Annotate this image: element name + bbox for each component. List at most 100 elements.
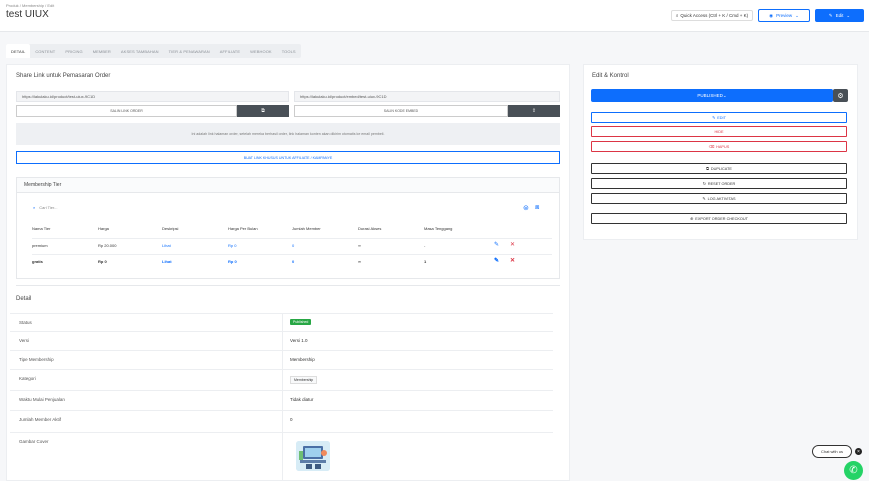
tier-grace: 1 [424, 259, 427, 264]
publish-status-button[interactable]: PUBLISHED ⌄ [591, 89, 833, 102]
copy-embed-label: SALIN KODE EMBED [294, 105, 508, 117]
duplicate-button[interactable]: ⧉ DUPLICATE [591, 163, 847, 174]
status-badge-text: Published [290, 319, 312, 325]
tab-affiliate[interactable]: AFFILIATE [215, 44, 245, 58]
divider [282, 391, 283, 410]
col-masa-tenggang: Masa Tenggang [424, 226, 453, 231]
tier-price: Rp 0 [98, 259, 107, 264]
eye-icon: ◉ [769, 12, 774, 18]
refresh-icon[interactable]: ⊜ [523, 204, 529, 212]
copy-order-button[interactable]: ⧉ [237, 105, 289, 117]
detail-row-cover: Gambar Cover [10, 432, 553, 481]
tier-search-input: Cari Tier... [39, 205, 58, 210]
page-title: test UIUX [6, 9, 49, 20]
detail-key: Jumlah Member Aktif [19, 417, 62, 422]
tier-per-month: Rp 0 [228, 259, 237, 264]
settings-button[interactable]: ⚙ [833, 89, 848, 102]
detail-row-waktu: Waktu Mulai Penjualan Tidak diatur [10, 390, 553, 410]
copy-embed-row: SALIN KODE EMBED ⇪ [294, 105, 560, 117]
export-order-label: EXPORT ORDER CHECKOUT [695, 216, 748, 221]
divider [282, 433, 283, 481]
copy-icon: ⧉ [706, 166, 709, 171]
col-jumlah-member: Jumlah Member [292, 226, 321, 231]
detail-row-status: Status Published [10, 313, 553, 331]
col-deskripsi: Deskripsi [162, 226, 179, 231]
edit-icon[interactable]: ✎ [494, 257, 499, 264]
trash-icon[interactable]: ✕ [510, 241, 515, 248]
tab-tools[interactable]: TOOLS [277, 44, 301, 58]
create-affiliate-link-button[interactable]: BUAT LINK KHUSUS UNTUK AFFILIATE / KAMPA… [16, 151, 560, 164]
control-title: Edit & Kontrol [592, 73, 629, 79]
embed-link-url: https://lakulaku.id/product/embed/test-u… [294, 91, 560, 102]
tab-bar: DETAIL CONTENT PRICING MEMBER AKSES TAMB… [6, 44, 301, 58]
table-row: premium Rp 20.000 Lihat Rp 0 0 ∞ - ✎ ✕ [32, 238, 552, 252]
cover-image [296, 441, 330, 471]
download-icon: ⊕ [690, 217, 694, 221]
detail-key: Gambar Cover [19, 439, 49, 444]
detail-value: 0 [290, 417, 293, 422]
detail-key: Tipe Membership [19, 357, 54, 362]
tab-tier[interactable]: TIER & PENAWARAN [164, 44, 215, 58]
divider [282, 332, 283, 350]
detail-key: Kategori [19, 376, 36, 381]
copy-icon: ⧉ [261, 108, 265, 114]
pencil-icon: ✎ [712, 116, 716, 120]
whatsapp-icon[interactable]: ✆ [844, 461, 863, 480]
edit-product-button[interactable]: ✎ EDIT [591, 112, 847, 123]
chevron-down-icon: ⌄ [795, 12, 799, 18]
tier-duration: ∞ [358, 243, 361, 248]
hide-button[interactable]: HIDE [591, 126, 847, 137]
detail-value: Tidak diatur [290, 397, 314, 402]
divider [282, 411, 283, 432]
tier-table-header: Nama Tier Harga Deskripsi Harga Per Bula… [32, 222, 552, 236]
tier-desc-link[interactable]: Lihat [162, 259, 172, 264]
trash-icon[interactable]: ✕ [510, 257, 515, 264]
detail-key: Status [19, 320, 32, 325]
tab-member[interactable]: MEMBER [88, 44, 116, 58]
tab-akses-tambahan[interactable]: AKSES TAMBAHAN [116, 44, 164, 58]
divider [282, 370, 283, 390]
tier-desc-link[interactable]: Lihat [162, 243, 171, 248]
tab-detail[interactable]: DETAIL [6, 44, 31, 58]
detail-row-tipe: Tipe Membership Membership [10, 350, 553, 369]
tier-search[interactable]: ⌕ Cari Tier... [33, 205, 57, 210]
reset-icon: ↻ [702, 182, 706, 186]
order-link-url: https://lakulaku.id/product/test-uiux-9C… [16, 91, 289, 102]
export-icon[interactable]: ⧈ [535, 204, 539, 212]
chat-widget-label[interactable]: Chat with us [812, 445, 852, 458]
reset-order-button[interactable]: ↻ RESET ORDER [591, 178, 847, 189]
col-nama: Nama Tier [32, 226, 51, 231]
tab-content[interactable]: CONTENT [30, 44, 60, 58]
preview-button[interactable]: ◉ Preview ⌄ [758, 9, 810, 22]
status-badge: Published [290, 319, 312, 325]
edit-button[interactable]: ✎ Edit ⌄ [815, 9, 864, 22]
category-pill-text: Membership [290, 376, 318, 384]
log-aktivitas-label: LOG AKTIVITAS [707, 196, 736, 201]
share-section-title: Share Link untuk Pemasaran Order [16, 73, 111, 79]
quick-access-button[interactable]: ⌕ Quick Access (Ctrl + K / Cmd + K) [671, 10, 753, 21]
close-icon[interactable]: × [855, 448, 862, 455]
col-harga: Harga [98, 226, 109, 231]
share-embed-button[interactable]: ⇪ [508, 105, 560, 117]
tab-pricing[interactable]: PRICING [60, 44, 87, 58]
hide-label: HIDE [714, 129, 724, 134]
table-row: gratis Rp 0 Lihat Rp 0 0 ∞ 1 ✎ ✕ [32, 254, 552, 268]
detail-value: Versi 1.0 [290, 338, 308, 343]
detail-key: Waktu Mulai Penjualan [19, 397, 65, 402]
section-divider [16, 285, 560, 286]
divider [282, 351, 283, 369]
detail-row-jumlah: Jumlah Member Aktif 0 [10, 410, 553, 432]
breadcrumb: Produk / Membership / Edit [6, 3, 55, 8]
log-aktivitas-button[interactable]: ✎ LOG AKTIVITAS [591, 193, 847, 204]
tier-members: 0 [292, 243, 295, 248]
reset-order-label: RESET ORDER [707, 181, 736, 186]
tier-name: gratis [32, 259, 43, 264]
copy-order-row: SALIN LINK ORDER ⧉ [16, 105, 289, 117]
export-order-button[interactable]: ⊕ EXPORT ORDER CHECKOUT [591, 213, 847, 224]
duplicate-label: DUPLICATE [710, 166, 732, 171]
pencil-icon: ✎ [828, 12, 833, 18]
tab-webhook[interactable]: WEBHOOK [245, 44, 277, 58]
edit-icon[interactable]: ✎ [494, 241, 499, 248]
edit-label: Edit [835, 13, 844, 18]
delete-button[interactable]: ⌫ HAPUS [591, 141, 847, 152]
